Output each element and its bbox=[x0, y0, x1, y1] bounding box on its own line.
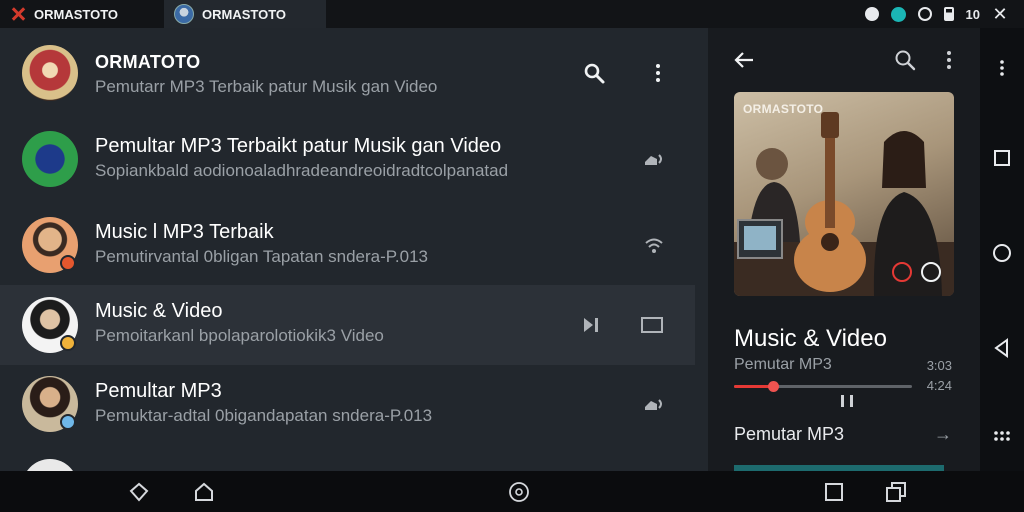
recents-square-icon[interactable] bbox=[823, 481, 845, 503]
clock-icon bbox=[917, 7, 932, 21]
seek-bar-knob[interactable] bbox=[768, 381, 780, 392]
tab-label: ORMASTOTO bbox=[202, 6, 287, 22]
seek-bar[interactable] bbox=[734, 381, 912, 392]
list-item[interactable]: Pemultar MP3 Pemuktar-adtal 0bigandapata… bbox=[0, 365, 695, 443]
skip-icon[interactable] bbox=[580, 313, 604, 337]
x-logo-icon bbox=[10, 6, 26, 22]
now-playing-title: Music & Video bbox=[734, 325, 887, 352]
status-badge bbox=[60, 414, 76, 430]
list-item[interactable]: Music l MP3 Terbaik Pemutirvantal 0bliga… bbox=[0, 206, 695, 284]
home-icon[interactable] bbox=[193, 481, 215, 503]
pause-icon[interactable] bbox=[841, 395, 853, 409]
system-nav-bar bbox=[0, 471, 1024, 512]
search-icon[interactable] bbox=[582, 61, 606, 85]
tab-ormastoto-2[interactable]: ORMASTOTO bbox=[164, 0, 326, 28]
now-playing-subtitle: Pemutar MP3 bbox=[734, 356, 832, 373]
status-time: 10 bbox=[965, 6, 980, 22]
back-arrow-icon[interactable] bbox=[732, 48, 756, 72]
album-art: ORMASTOTO bbox=[734, 92, 954, 296]
time-elapsed: 3:03 bbox=[926, 358, 952, 373]
item-subtitle: Pemuktar-adtal 0bigandapatan sndera-P.01… bbox=[95, 406, 433, 425]
top-bar: ORMASTOTO ORMASTOTO 10 ✕ bbox=[0, 0, 1024, 28]
avatar bbox=[22, 297, 78, 353]
back-icon[interactable] bbox=[128, 481, 150, 503]
time-total: 4:24 bbox=[926, 378, 952, 393]
list-item[interactable]: Pemultar MP3 Terbaikt patur Musik gan Vi… bbox=[0, 120, 695, 198]
more-vert-icon[interactable] bbox=[646, 61, 670, 85]
apps-grid-icon[interactable] bbox=[992, 426, 1012, 446]
item-title: Music & Video bbox=[95, 300, 223, 322]
item-subtitle: Sopiankbald aodionoaladhradeandreoidradt… bbox=[95, 161, 509, 180]
list-item-partial[interactable] bbox=[0, 448, 695, 471]
player-panel: ORMASTOTO Music & Video Pemutar MP3 3:03… bbox=[708, 28, 980, 471]
tab-label: ORMASTOTO bbox=[34, 6, 119, 22]
status-badge bbox=[60, 335, 76, 351]
battery-icon bbox=[943, 7, 954, 21]
avatar bbox=[22, 217, 78, 273]
list-header: ORMATOTO Pemutarr MP3 Terbaik patur Musi… bbox=[0, 34, 695, 112]
album-label: ORMASTOTO bbox=[743, 102, 824, 116]
square-icon[interactable] bbox=[992, 148, 1012, 168]
more-vert-icon[interactable] bbox=[992, 58, 1012, 78]
avatar bbox=[22, 45, 78, 101]
home-circle-icon[interactable] bbox=[992, 243, 1012, 263]
avatar bbox=[22, 131, 78, 187]
app-icon bbox=[890, 6, 906, 22]
page-title: ORMATOTO bbox=[95, 52, 201, 72]
album-art-illustration bbox=[734, 112, 954, 296]
search-icon[interactable] bbox=[893, 48, 917, 72]
item-subtitle: Pemoitarkanl bpolaparolotiokik3 Video bbox=[95, 326, 384, 345]
overview-icon[interactable] bbox=[885, 481, 907, 503]
list-item-selected[interactable]: Music & Video Pemoitarkanl bpolaparoloti… bbox=[0, 285, 695, 365]
close-icon[interactable]: ✕ bbox=[992, 4, 1008, 24]
track-list-panel: ORMATOTO Pemutarr MP3 Terbaik patur Musi… bbox=[0, 28, 708, 471]
next-track-title[interactable]: Pemutar MP3 bbox=[734, 424, 844, 445]
system-nav-column bbox=[980, 28, 1024, 471]
cast-icon[interactable] bbox=[642, 147, 666, 171]
back-triangle-icon[interactable] bbox=[992, 338, 1012, 358]
tab-ormastoto-1[interactable]: ORMASTOTO bbox=[0, 0, 160, 28]
assistant-icon[interactable] bbox=[508, 481, 530, 503]
item-title: Pemultar MP3 Terbaikt patur Musik gan Vi… bbox=[95, 135, 502, 157]
more-vert-icon[interactable] bbox=[937, 48, 961, 72]
signal-icon[interactable] bbox=[642, 233, 666, 257]
status-badge bbox=[60, 255, 76, 271]
item-title: Pemultar MP3 bbox=[95, 380, 222, 402]
page-subtitle: Pemutarr MP3 Terbaik patur Musik gan Vid… bbox=[95, 77, 438, 96]
avatar bbox=[22, 376, 78, 432]
item-title: Music l MP3 Terbaik bbox=[95, 221, 274, 243]
item-subtitle: Pemutirvantal 0bligan Tapatan sndera-P.0… bbox=[95, 247, 428, 266]
fullscreen-icon[interactable] bbox=[640, 313, 664, 337]
avatar bbox=[22, 459, 78, 471]
avatar-icon bbox=[174, 4, 194, 24]
cast-icon[interactable] bbox=[642, 392, 666, 416]
arrow-right-icon[interactable]: → bbox=[934, 424, 952, 445]
settings-icon bbox=[864, 7, 879, 21]
status-icons: 10 ✕ bbox=[864, 0, 1024, 28]
